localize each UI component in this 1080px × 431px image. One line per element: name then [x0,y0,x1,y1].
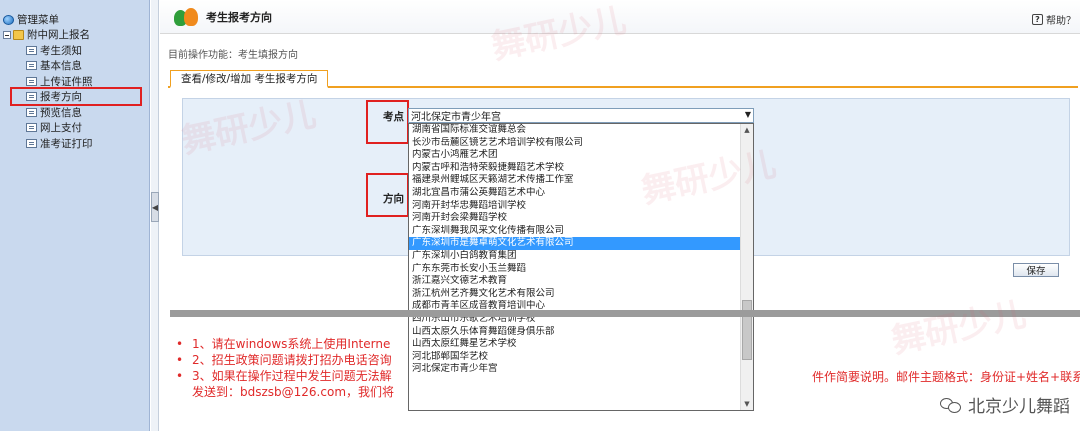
page-icon [26,92,37,101]
page-icon [26,138,37,148]
dropdown-option[interactable]: 湖南省国际标准交谊舞总会 [409,124,740,137]
people-icon [174,6,198,28]
sidebar-item-notice[interactable]: 考生须知 [0,43,149,58]
tree-group-label: 附中网上报名 [27,29,90,41]
globe-icon [3,14,14,25]
wechat-icon [940,396,962,414]
collapse-handle-icon[interactable]: ◀ [151,192,159,222]
dropdown-option[interactable]: 广东东莞市长安小玉兰舞蹈 [409,263,740,276]
page-title: 考生报考方向 [206,10,272,24]
main-panel: 考生报考方向 ? 帮助？ 目前操作功能：考生填报方向 查看/修改/增加 考生报考… [160,0,1080,431]
breadcrumb: 目前操作功能：考生填报方向 [168,50,298,61]
sidebar-item-payment[interactable]: 网上支付 [0,120,149,135]
dropdown-option[interactable]: 长沙市岳麓区镜艺艺术培训学校有限公司 [409,137,740,150]
dropdown-arrow-icon[interactable]: ▼ [745,110,751,119]
annotation-box-fangxiang [366,173,409,217]
dropdown-option[interactable]: 浙江杭州艺齐舞文化艺术有限公司 [409,288,740,301]
page-icon [26,76,37,86]
page-icon [26,61,37,70]
sidebar-item-preview[interactable]: 预览信息 [0,105,149,120]
dropdown-option[interactable]: 内蒙古小鸿雁艺术团 [409,149,740,162]
dropdown-option[interactable]: 广东深圳市是舞卓萌文化艺术有限公司 [409,237,740,250]
watermark-brand: 北京少儿舞蹈 [940,392,1070,417]
help-label: 帮助？ [1046,16,1076,27]
sidebar-item-label: 考生须知 [40,44,82,57]
note-tail: 件作简要说明。邮件主题格式：身份证+姓名+联系电话。 [812,370,1080,384]
sidebar: 管理菜单 附中网上报名 考生须知 基本信息 上传证件照 报考方向 预览信息 网上… [0,0,150,431]
kaodian-select[interactable]: 河北保定市青少年宫 ▼ [408,108,754,123]
sidebar-item-label: 网上支付 [40,122,82,134]
page-icon [26,107,37,117]
dropdown-option[interactable]: 河南开封华忠舞蹈培训学校 [409,200,740,213]
page-header: 考生报考方向 ? 帮助？ [160,0,1080,34]
dropdown-option[interactable]: 福建泉州鲤城区天籁湖艺术传播工作室 [409,174,740,187]
help-icon: ? [1032,14,1043,25]
sidebar-item-upload-photo[interactable]: 上传证件照 [0,74,149,89]
sidebar-item-label: 报考方向 [40,91,82,103]
scroll-up-icon[interactable]: ▲ [741,124,753,136]
page-icon [26,45,37,55]
folder-icon [13,29,24,40]
tab-bar: 查看/修改/增加 考生报考方向 [168,70,1078,88]
tab-direction[interactable]: 查看/修改/增加 考生报考方向 [170,70,329,88]
sidebar-item-label: 上传证件照 [40,75,93,88]
annotation-box-kaodian [366,100,409,144]
select-value: 河北保定市青少年宫 [411,112,501,123]
tree-root[interactable]: 管理菜单 [0,12,149,27]
tree-group[interactable]: 附中网上报名 [0,27,149,42]
collapse-icon[interactable] [3,30,11,39]
note-item: • 2、招生政策问题请拨打招办电话咨询 [176,353,392,367]
sidebar-item-label: 准考证打印 [40,137,93,150]
sidebar-item-admission-ticket[interactable]: 准考证打印 [0,136,149,151]
sidebar-item-basic-info[interactable]: 基本信息 [0,58,149,73]
dropdown-option[interactable]: 广东深圳小白鸽教育集团 [409,250,740,263]
note-item: • 1、请在windows系统上使用Interne [176,337,391,351]
sidebar-item-direction[interactable]: 报考方向 [10,87,142,106]
page-icon [26,123,37,132]
dropdown-option[interactable]: 广东深圳舞我风采文化传播有限公司 [409,225,740,238]
dropdown-option[interactable]: 湖北宜昌市蒲公英舞蹈艺术中心 [409,187,740,200]
help-button[interactable]: ? 帮助？ [1032,12,1076,27]
separator-bar [170,310,1080,317]
save-button[interactable]: 保存 [1013,263,1059,277]
sidebar-item-label: 预览信息 [40,106,82,119]
dropdown-option[interactable]: 浙江嘉兴文德艺术教育 [409,275,740,288]
tree-root-label: 管理菜单 [17,14,59,26]
dropdown-option[interactable]: 河南开封会梁舞蹈学校 [409,212,740,225]
sidebar-item-label: 基本信息 [40,60,82,72]
dropdown-option[interactable]: 内蒙古呼和浩特荣毅捷舞蹈艺术学校 [409,162,740,175]
